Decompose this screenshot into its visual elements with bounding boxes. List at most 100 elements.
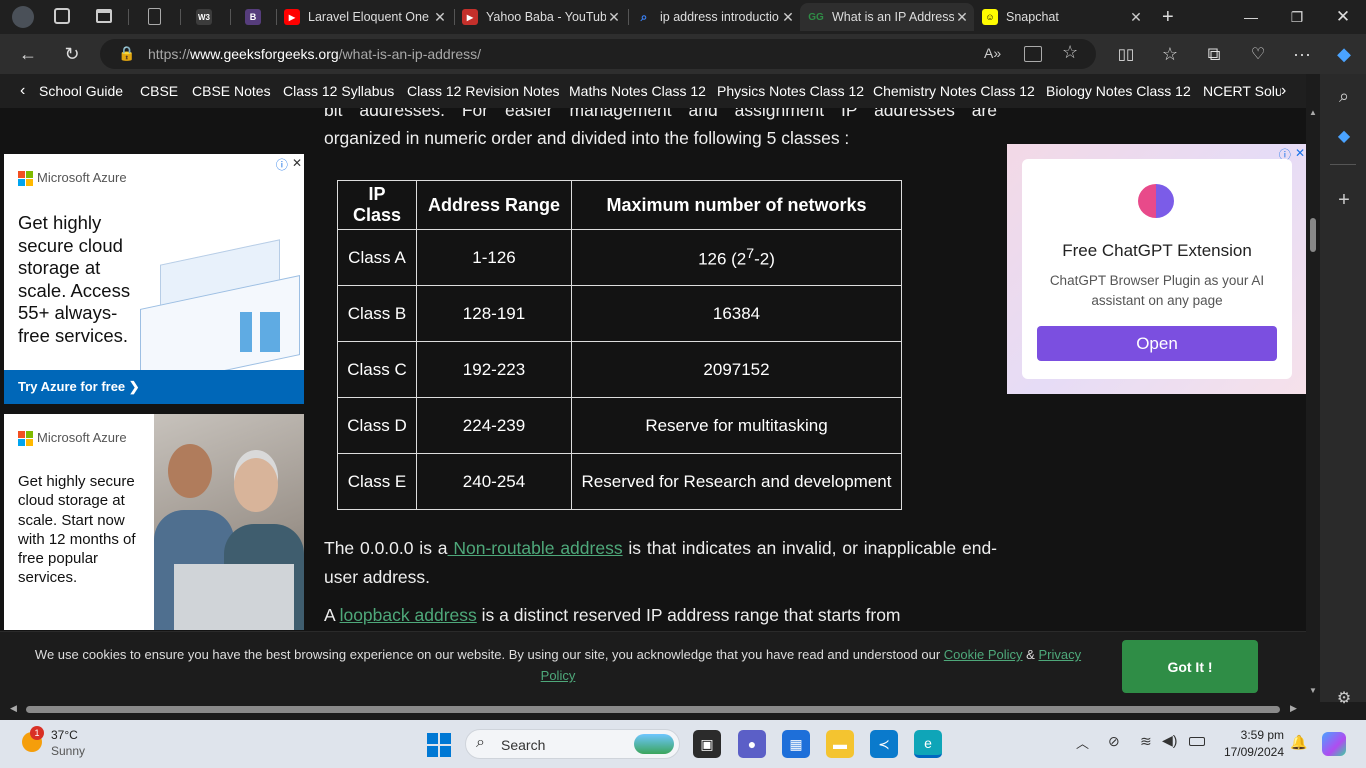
close-tab-icon[interactable]: ✕ [954,9,970,26]
cookie-policy-link[interactable]: Cookie Policy [944,647,1023,662]
bookmark-cbse[interactable]: CBSE [140,83,178,99]
azure-ad-1[interactable]: ⓘ ✕ Microsoft Azure Get highly secure clo… [4,154,304,404]
copilot-taskbar-icon[interactable] [1322,732,1346,756]
task-view-icon[interactable]: ▣ [693,730,721,758]
try-azure-button[interactable]: Try Azure for free ❯ [4,370,304,404]
bookmark-physics-notes[interactable]: Physics Notes Class 12 [717,83,864,99]
horizontal-scroll-thumb[interactable] [26,706,1280,713]
read-aloud-icon[interactable]: A» [984,45,1001,61]
volume-icon[interactable]: ◀) [1162,732,1177,749]
show-hidden-icons-icon[interactable]: ︿ [1076,733,1089,752]
network-off-icon[interactable]: ⊘ [1108,733,1120,750]
chevron-left-icon[interactable]: ‹ [20,82,25,100]
settings-gear-icon[interactable]: ⚙ [1332,686,1356,710]
more-menu-icon[interactable]: ··· [1286,39,1318,69]
bookmark-biology-notes[interactable]: Biology Notes Class 12 [1046,83,1191,99]
tab-snapchat[interactable]: ☺ Snapchat ✕ [982,3,1144,31]
teams-chat-icon[interactable]: ● [738,730,766,758]
bookmark-chemistry-notes[interactable]: Chemistry Notes Class 12 [873,83,1035,99]
cell-class: Class B [337,285,417,342]
vertical-scrollbar[interactable]: ▲ ▼ [1306,108,1320,702]
shopping-tag-icon[interactable]: ◆ [1332,124,1356,148]
clock-date[interactable]: 17/09/2024 [1220,745,1284,759]
close-tab-icon[interactable]: ✕ [432,9,448,26]
non-routable-link[interactable]: Non-routable address [448,538,622,558]
tab-yahoo-baba[interactable]: ▶ Yahoo Baba - YouTub ✕ [462,3,622,31]
bookmark-ncert[interactable]: NCERT Soluti [1203,83,1281,99]
back-icon[interactable]: ← [12,39,44,69]
restore-icon[interactable]: ❐ [1274,0,1320,34]
browser-essentials-icon[interactable]: ♡ [1242,39,1274,69]
cell-networks: 126 (27-2) [571,229,902,286]
tab-bootstrap[interactable]: B [245,3,267,31]
loopback-link[interactable]: loopback address [340,605,477,625]
bookmark-class12-syllabus[interactable]: Class 12 Syllabus [283,83,394,99]
refresh-icon[interactable]: ↻ [56,39,88,69]
url-text[interactable]: https://www.geeksforgeeks.org/what-is-an… [148,46,481,62]
header-max-networks: Maximum number of networks [571,180,902,230]
horizontal-scrollbar[interactable]: ◀ ▶ [0,702,1306,716]
immersive-reader-icon[interactable] [1024,46,1042,62]
vscode-icon[interactable]: ≺ [870,730,898,758]
tab-w3schools[interactable]: W3 [196,3,218,31]
ad-description: ChatGPT Browser Plugin as your AI assist… [1049,273,1265,308]
split-screen-icon[interactable]: ▯▯ [1110,39,1142,69]
ip-class-table: IP Class Address Range Maximum number of… [337,180,902,510]
microsoft-store-icon[interactable]: ▦ [782,730,810,758]
open-button[interactable]: Open [1037,326,1277,361]
wifi-icon[interactable]: ≋ [1140,733,1152,750]
close-window-icon[interactable]: ✕ [1320,0,1366,34]
bookmark-class12-revision[interactable]: Class 12 Revision Notes [407,83,560,99]
weather-temp[interactable]: 37°C [51,728,78,742]
bookmark-maths-notes[interactable]: Maths Notes Class 12 [569,83,706,99]
minimize-icon[interactable]: — [1228,0,1274,34]
azure-ad-2[interactable]: ⓘ✕ Microsoft Azure Get highly secure clo… [4,414,304,630]
cell-class: Class D [337,397,417,454]
taskbar-search-box[interactable]: ⌕ Search [465,729,680,759]
scroll-right-icon[interactable]: ▶ [1290,703,1297,714]
weather-desc[interactable]: Sunny [51,744,85,758]
tab-ip-search[interactable]: ⌕ ip address introductio ✕ [636,3,796,31]
tab-gfg-active[interactable]: GG What is an IP Address ✕ [800,3,974,31]
battery-icon[interactable] [1189,737,1205,746]
windows-taskbar: 1 37°C Sunny ⌕ Search ▣ ● ▦ ▬ ≺ e ︿ ⊘ ≋ … [0,720,1366,768]
favorites-icon[interactable]: ☆ [1154,39,1186,69]
chatgpt-ad[interactable]: ⓘ ✕ Free ChatGPT Extension ChatGPT Browse… [1007,144,1306,394]
file-explorer-icon[interactable]: ▬ [826,730,854,758]
clock-time[interactable]: 3:59 pm [1232,728,1284,742]
scroll-up-icon[interactable]: ▲ [1309,108,1317,117]
notification-bell-icon[interactable]: 🔔 [1290,734,1307,751]
profile-icon[interactable] [12,6,34,28]
close-tab-icon[interactable]: ✕ [606,9,622,26]
collections-icon[interactable]: ⧉ [1198,39,1230,69]
non-routable-paragraph: The 0.0.0.0 is a Non-routable address is… [324,538,998,587]
bookmark-cbse-notes[interactable]: CBSE Notes [192,83,271,99]
tab-page-icon[interactable] [148,8,161,25]
address-bar[interactable]: 🔒 https://www.geeksforgeeks.org/what-is-… [100,39,1096,69]
search-highlight-icon [634,734,674,754]
scroll-down-icon[interactable]: ▼ [1309,686,1317,695]
cell-range: 192-223 [416,341,572,398]
favorite-star-icon[interactable]: ☆ [1062,42,1078,63]
got-it-button[interactable]: Got It ! [1122,640,1258,693]
scroll-left-icon[interactable]: ◀ [10,703,17,714]
tab-actions-icon[interactable] [96,9,112,23]
vertical-scroll-thumb[interactable] [1310,218,1316,252]
copilot-icon[interactable]: ◆ [1328,39,1360,69]
close-tab-icon[interactable]: ✕ [1128,9,1144,26]
chevron-right-icon[interactable]: › [1281,82,1286,100]
ad-title: Free ChatGPT Extension [1062,241,1252,260]
bookmark-school-guide[interactable]: School Guide [39,83,123,99]
ad-choices-icon[interactable]: ⓘ✕ [276,156,302,173]
w3schools-icon: W3 [196,9,212,25]
add-sidebar-icon[interactable]: + [1332,188,1356,212]
tab-laravel[interactable]: ▶ Laravel Eloquent One ✕ [284,3,448,31]
workspaces-icon[interactable] [54,8,70,24]
windows-start-icon[interactable] [427,733,451,757]
new-tab-icon[interactable]: + [1162,6,1174,29]
lock-icon[interactable]: 🔒 [118,45,135,62]
search-icon[interactable]: ⌕ [1332,84,1356,108]
close-tab-icon[interactable]: ✕ [780,9,796,26]
ad-headline: Get highly secure cloud storage at scale… [18,212,131,346]
edge-browser-icon[interactable]: e [914,730,942,758]
